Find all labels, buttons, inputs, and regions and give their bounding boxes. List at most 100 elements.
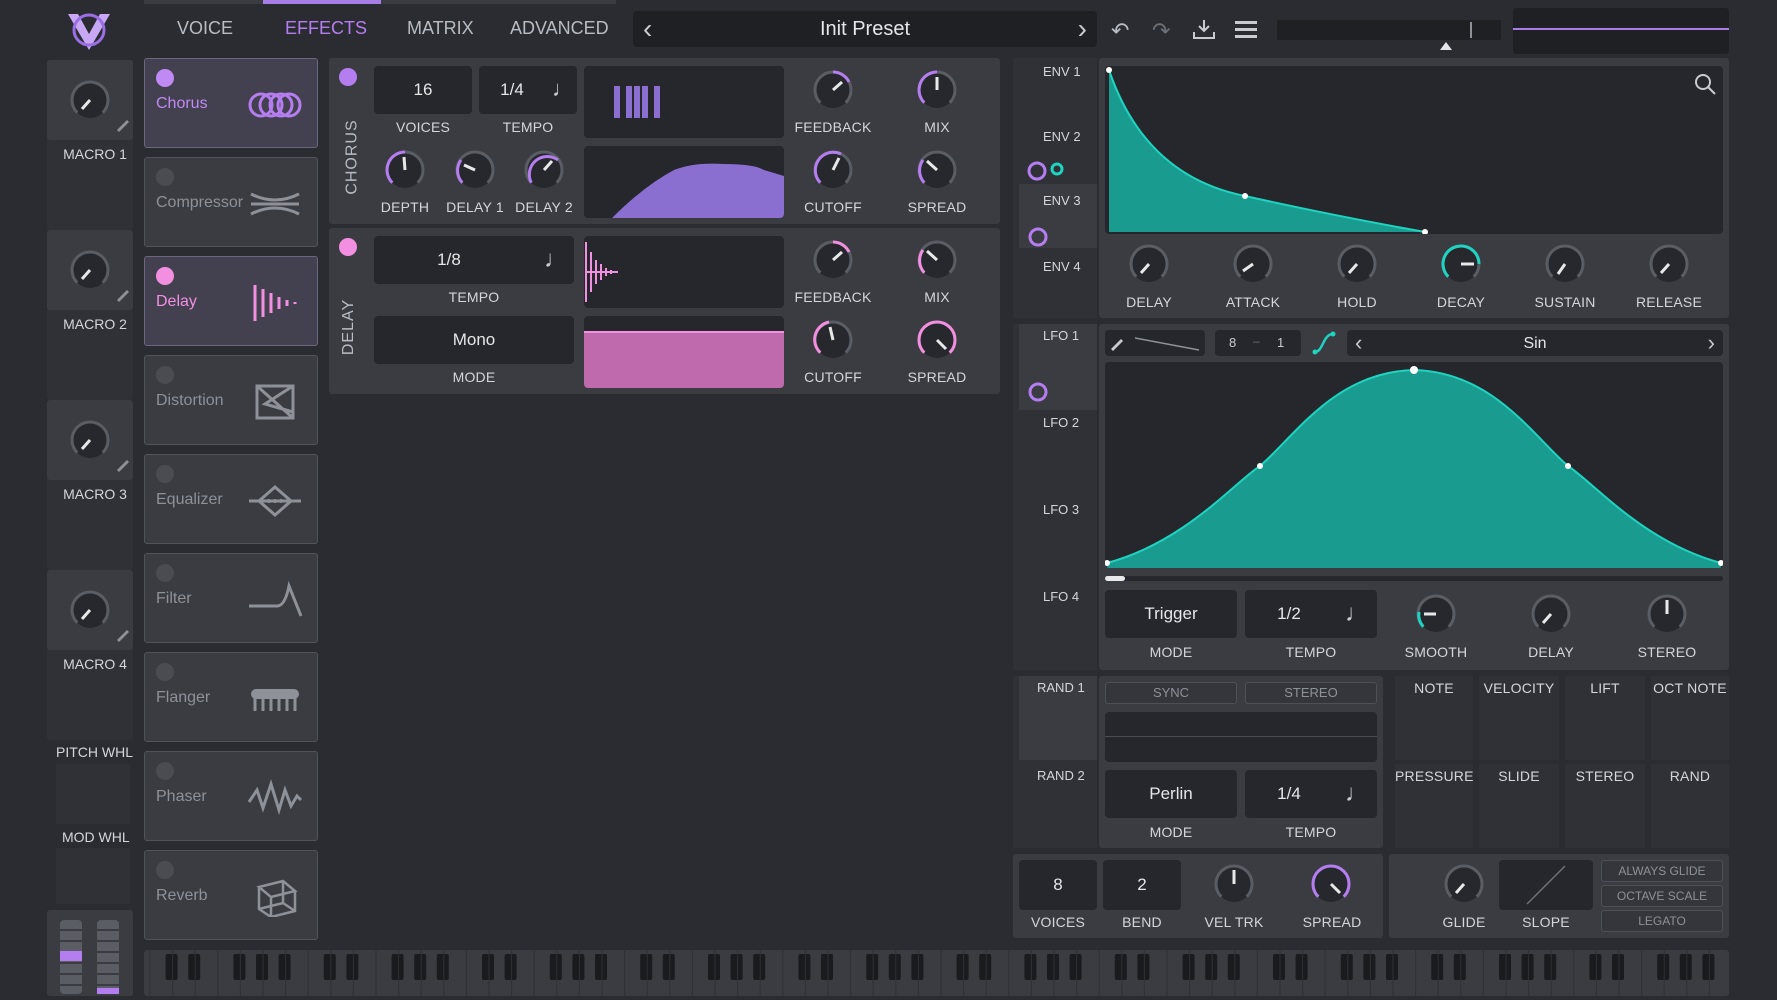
glide-knob[interactable] [1442,862,1486,906]
source-slide[interactable]: SLIDE [1479,764,1559,848]
lfo-3-tab[interactable]: LFO 3 [1043,502,1079,517]
tab-matrix[interactable]: MATRIX [407,18,474,39]
preset-next-button[interactable]: › [1078,13,1087,45]
lfo-grid-size[interactable]: 8 – 1 [1215,330,1301,356]
env-attack-knob[interactable] [1231,242,1275,286]
lfo-1-tab[interactable]: LFO 1 [1043,328,1079,343]
preset-name[interactable]: Init Preset [633,18,1097,41]
chorus-voices-field[interactable]: 16 [374,66,472,114]
tab-advanced[interactable]: ADVANCED [510,18,609,39]
save-icon[interactable] [1192,18,1216,40]
env-1-tab[interactable]: ENV 1 [1043,64,1081,79]
macro-1-knob[interactable] [68,78,112,122]
macro-2-edit-icon[interactable] [115,286,131,302]
tab-effects[interactable]: EFFECTS [285,18,367,39]
rand-1-tab[interactable]: RAND 1 [1037,680,1085,695]
delay-feedback-knob[interactable] [811,238,855,282]
equalizer-enable-toggle[interactable] [156,465,174,483]
rand-2-tab[interactable]: RAND 2 [1037,768,1085,783]
macro-2-knob[interactable] [68,248,112,292]
always-glide-toggle[interactable]: ALWAYS GLIDE [1601,860,1723,882]
flanger-enable-toggle[interactable] [156,663,174,681]
chorus-cutoff-knob[interactable] [811,148,855,192]
env-2-mod-indicator[interactable] [1027,160,1067,182]
macro-3[interactable]: MACRO 3 [47,400,133,570]
source-oct-note[interactable]: OCT NOTE [1651,676,1729,760]
source-note[interactable]: NOTE [1395,676,1473,760]
env-delay-knob[interactable] [1127,242,1171,286]
effect-compressor[interactable]: Compressor [144,157,318,247]
rand-tempo-field[interactable]: 1/4 ♩ [1245,770,1377,818]
chorus-depth-knob[interactable] [383,148,427,192]
pitch-wheel[interactable] [60,920,82,994]
chorus-tempo-field[interactable]: 1/4 ♩ [479,66,577,114]
macro-1-edit-icon[interactable] [115,116,131,132]
lfo-stereo-knob[interactable] [1645,592,1689,636]
effect-distortion[interactable]: Distortion [144,355,318,445]
pencil-icon[interactable] [1109,335,1125,351]
effect-filter[interactable]: Filter [144,553,318,643]
delay-tempo-field[interactable]: 1/8 ♩ [374,236,574,284]
lfo-4-tab[interactable]: LFO 4 [1043,589,1079,604]
macro-3-edit-icon[interactable] [115,456,131,472]
macro-2[interactable]: MACRO 2 [47,230,133,400]
env-decay-knob[interactable] [1439,242,1483,286]
env-2-tab[interactable]: ENV 2 [1043,129,1081,144]
lfo-paint-shape-icon[interactable] [1133,334,1201,352]
delay-mix-knob[interactable] [915,238,959,282]
macro-4-knob[interactable] [68,588,112,632]
macro-4-edit-icon[interactable] [115,626,131,642]
lfo-smooth-knob[interactable] [1414,592,1458,636]
note-icon[interactable]: ♩ [544,246,568,274]
env-release-knob[interactable] [1647,242,1691,286]
effect-reverb[interactable]: Reverb [144,850,318,940]
pitch-bend-field[interactable]: 2 [1103,860,1181,910]
phaser-enable-toggle[interactable] [156,762,174,780]
lfo-tempo-field[interactable]: 1/2 ♩ [1245,590,1377,638]
volume-meter[interactable] [1277,20,1501,50]
menu-icon[interactable] [1235,20,1257,38]
zoom-icon[interactable] [1693,72,1717,96]
effect-equalizer[interactable]: Equalizer [144,454,318,544]
source-lift[interactable]: LIFT [1565,676,1645,760]
chorus-enable-toggle[interactable] [156,69,174,87]
vel-trk-knob[interactable] [1212,862,1256,906]
smooth-curve-icon[interactable] [1311,330,1337,356]
compressor-enable-toggle[interactable] [156,168,174,186]
chorus-mix-knob[interactable] [915,68,959,112]
lfo-grid-x-value[interactable]: 8 [1229,335,1236,350]
note-icon[interactable]: ♩ [552,76,574,102]
delay-mode-field[interactable]: Mono [374,316,574,364]
logo[interactable] [64,8,114,54]
chorus-feedback-knob[interactable] [811,68,855,112]
lfo-graph[interactable] [1105,362,1723,568]
distortion-enable-toggle[interactable] [156,366,174,384]
chorus-enable-toggle[interactable] [339,68,357,86]
lfo-mode-field[interactable]: Trigger [1105,590,1237,638]
source-pressure[interactable]: PRESSURE [1395,764,1473,848]
lfo-grid-y-value[interactable]: 1 [1277,335,1284,350]
source-velocity[interactable]: VELOCITY [1479,676,1559,760]
lfo-2-tab[interactable]: LFO 2 [1043,415,1079,430]
rand-stereo-button[interactable]: STEREO [1245,682,1377,704]
effect-delay[interactable]: Delay [144,256,318,346]
rand-sync-button[interactable]: SYNC [1105,682,1237,704]
mod-wheel[interactable] [97,920,119,994]
lfo-shape-next-icon[interactable]: › [1708,330,1715,356]
env-hold-knob[interactable] [1335,242,1379,286]
note-icon[interactable]: ♩ [1345,780,1369,808]
legato-toggle[interactable]: LEGATO [1601,910,1723,932]
reverb-enable-toggle[interactable] [156,861,174,879]
effect-flanger[interactable]: Flanger [144,652,318,742]
env-3-mod-indicator[interactable] [1027,226,1049,248]
stereo-spread-knob[interactable] [1309,862,1353,906]
lfo-delay-knob[interactable] [1529,592,1573,636]
delay-cutoff-knob[interactable] [811,318,855,362]
lfo-shape-selector[interactable]: ‹ Sin › [1347,330,1723,356]
macro-4[interactable]: MACRO 4 [47,570,133,740]
octave-scale-toggle[interactable]: OCTAVE SCALE [1601,885,1723,907]
rand-mode-field[interactable]: Perlin [1105,770,1237,818]
chorus-spread-knob[interactable] [915,148,959,192]
delay-spread-knob[interactable] [915,318,959,362]
macro-1[interactable]: MACRO 1 [47,60,133,230]
